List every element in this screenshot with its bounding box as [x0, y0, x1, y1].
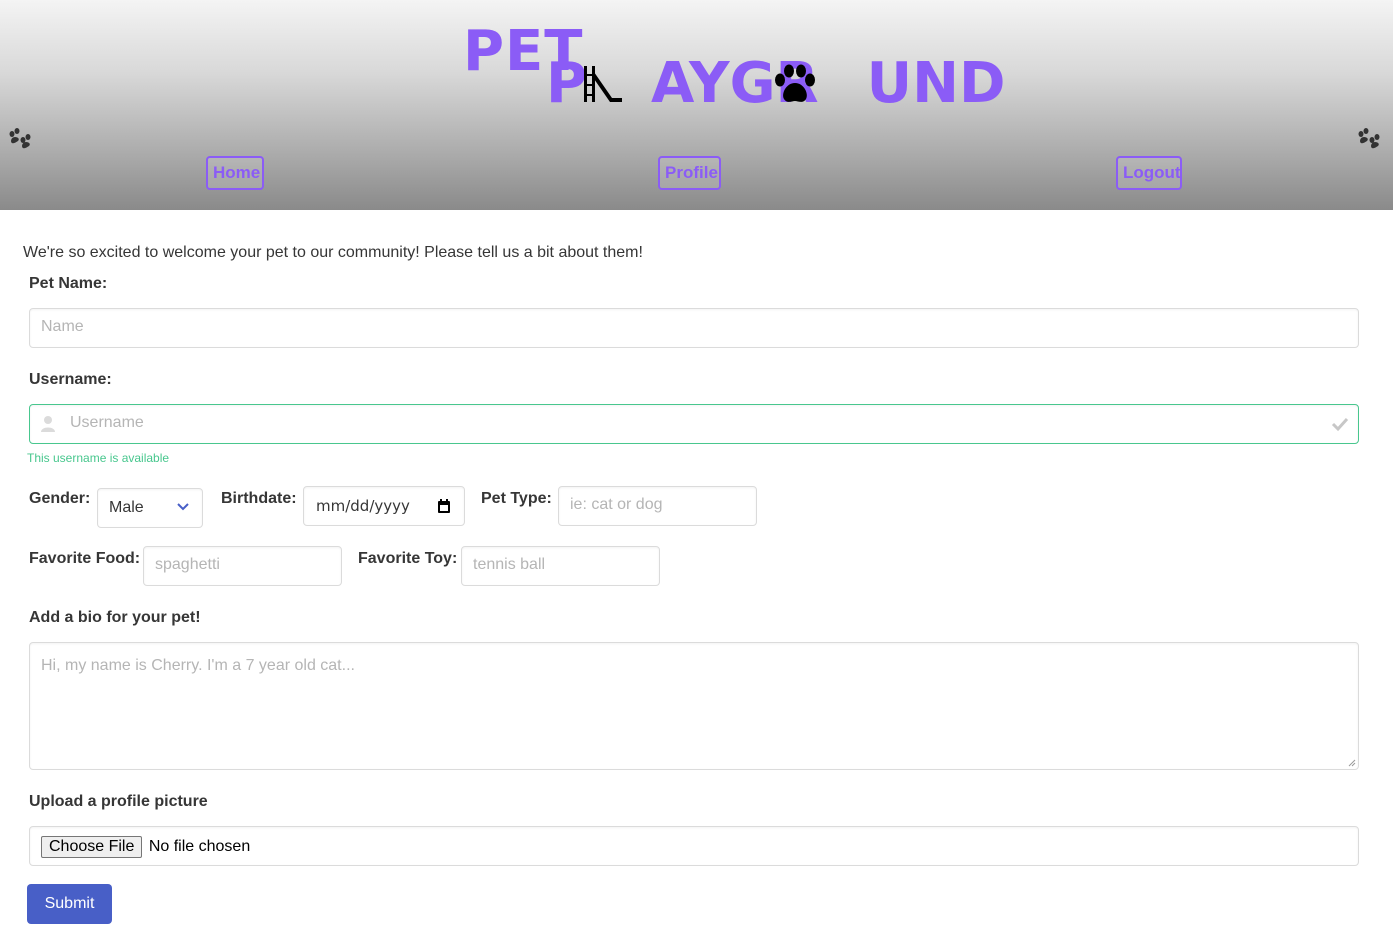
birthdate-input[interactable]: mm/dd/yyyy: [303, 486, 465, 526]
pet-name-label: Pet Name:: [29, 275, 108, 292]
logo-und: UND: [866, 51, 1006, 116]
check-icon: [1331, 417, 1349, 432]
username-placeholder: Username: [70, 414, 144, 431]
gender-label: Gender:: [29, 490, 91, 507]
pet-name-input[interactable]: Name: [29, 308, 1359, 348]
paw-icon: [775, 64, 815, 102]
username-input[interactable]: Username: [29, 404, 1359, 444]
header: PET P AYGR UND Home Profile Logout: [0, 0, 1393, 210]
resize-handle-icon[interactable]: [1348, 759, 1356, 767]
bio-placeholder: Hi, my name is Cherry. I'm a 7 year old …: [41, 657, 355, 674]
food-input[interactable]: spaghetti: [143, 546, 342, 586]
username-help-text: This username is available: [27, 451, 170, 465]
chevron-down-icon: [177, 503, 189, 511]
birthdate-value: mm/dd/yyyy: [316, 497, 410, 515]
pet-type-label: Pet Type:: [481, 490, 552, 507]
toy-placeholder: tennis ball: [473, 556, 546, 573]
no-file-text: No file chosen: [148, 838, 251, 855]
intro-text: We're so excited to welcome your pet to …: [23, 244, 643, 261]
submit-button[interactable]: Submit: [27, 884, 112, 924]
pet-type-input[interactable]: ie: cat or dog: [558, 486, 757, 526]
upload-label: Upload a profile picture: [29, 793, 208, 810]
bio-label: Add a bio for your pet!: [29, 609, 201, 626]
toy-input[interactable]: tennis ball: [461, 546, 660, 586]
paw-icon: [1358, 128, 1380, 149]
pet-type-placeholder: ie: cat or dog: [570, 496, 663, 513]
nav-profile-button[interactable]: Profile: [658, 156, 721, 190]
username-label: Username:: [29, 371, 112, 388]
pet-name-placeholder: Name: [41, 318, 84, 335]
food-placeholder: spaghetti: [155, 556, 220, 573]
birthdate-label: Birthdate:: [221, 490, 297, 507]
nav-logout-button[interactable]: Logout: [1116, 156, 1182, 190]
gender-value: Male: [109, 499, 144, 516]
bio-textarea[interactable]: Hi, my name is Cherry. I'm a 7 year old …: [29, 642, 1359, 770]
gender-select[interactable]: Male: [97, 488, 203, 528]
calendar-icon: [438, 499, 450, 513]
slide-icon: [584, 66, 622, 102]
user-icon: [41, 416, 55, 432]
file-input[interactable]: Choose File No file chosen: [29, 826, 1359, 866]
food-label: Favorite Food:: [29, 550, 141, 567]
logo-p: P: [546, 51, 588, 116]
toy-label: Favorite Toy:: [358, 550, 458, 567]
choose-file-button[interactable]: Choose File: [41, 836, 143, 858]
paw-icon: [9, 128, 31, 149]
nav-home-button[interactable]: Home: [206, 156, 264, 190]
